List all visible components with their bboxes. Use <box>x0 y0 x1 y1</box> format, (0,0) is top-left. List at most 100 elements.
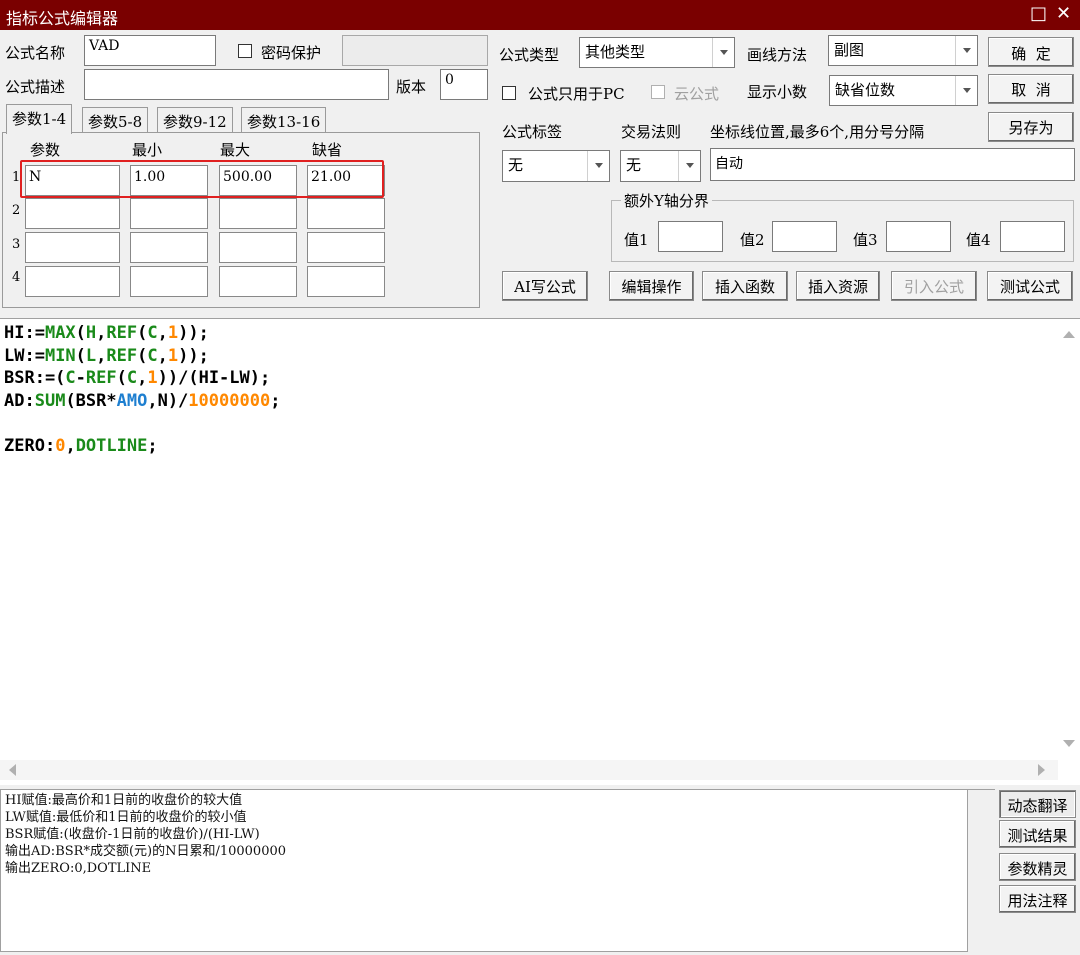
translation-text: HI赋值:最高价和1日前的收盘价的较大值 LW赋值:最低价和1日前的收盘价的较小值… <box>5 792 286 877</box>
code-line: BSR:=(C-REF(C,1))/(HI-LW); <box>4 367 280 390</box>
row-number: 2 <box>12 203 21 218</box>
y-value-4-input[interactable] <box>1000 221 1065 252</box>
chevron-down-icon[interactable] <box>712 38 734 67</box>
scroll-right-icon[interactable] <box>1038 764 1045 776</box>
code-token: REF <box>106 323 138 343</box>
insert-function-button[interactable]: 插入函数 <box>702 271 788 301</box>
scroll-down-icon[interactable] <box>1063 740 1075 747</box>
translation-line: HI赋值:最高价和1日前的收盘价的较大值 <box>5 793 243 808</box>
translation-scrollbar[interactable] <box>968 789 995 952</box>
tab-params-13-16[interactable]: 参数13-16 <box>241 107 327 133</box>
code-token: , <box>65 435 76 456</box>
usage-notes-button[interactable]: 用法注释 <box>999 885 1076 913</box>
chevron-down-icon[interactable] <box>955 76 977 105</box>
y-value-label: 值3 <box>853 231 878 249</box>
vertical-scrollbar[interactable] <box>1058 319 1079 760</box>
axis-position-input[interactable]: 自动 <box>710 148 1075 181</box>
translation-panel[interactable]: HI赋值:最高价和1日前的收盘价的较大值 LW赋值:最低价和1日前的收盘价的较小值… <box>0 789 968 952</box>
chevron-down-icon[interactable] <box>678 151 700 181</box>
trade-rule-select[interactable]: 无 <box>620 150 701 182</box>
param-max-cell[interactable] <box>219 198 297 229</box>
formula-tag-select[interactable]: 无 <box>502 150 610 182</box>
code-token: , <box>96 323 107 343</box>
code-token: ( <box>75 345 86 366</box>
code-text[interactable]: HI:=MAX(H,REF(C,1)); LW:=MIN(L,REF(C,1));… <box>4 322 280 457</box>
ok-button[interactable]: 确 定 <box>988 37 1074 67</box>
code-editor[interactable]: HI:=MAX(H,REF(C,1)); LW:=MIN(L,REF(C,1));… <box>0 318 1080 785</box>
code-token: MIN <box>44 345 76 366</box>
cloud-checkbox <box>651 85 665 99</box>
code-token: ( <box>137 345 148 366</box>
y-value-1-input[interactable] <box>658 221 723 252</box>
test-formula-button-label: 测试公式 <box>999 278 1060 296</box>
param-name-cell[interactable] <box>25 266 120 297</box>
tab-params-1-4[interactable]: 参数1-4 <box>6 104 73 134</box>
param-name-cell[interactable] <box>25 232 120 263</box>
dynamic-translate-button[interactable]: 动态翻译 <box>999 790 1076 818</box>
tab-params-9-12[interactable]: 参数9-12 <box>157 107 233 133</box>
pc-only-checkbox[interactable] <box>502 86 516 100</box>
code-token: - <box>75 368 86 388</box>
insert-resource-button-label: 插入资源 <box>807 278 868 296</box>
formula-name-input[interactable]: VAD <box>84 35 216 66</box>
edit-ops-button[interactable]: 编辑操作 <box>609 271 694 301</box>
param-default-cell[interactable] <box>307 198 385 229</box>
title-bar[interactable]: 指标公式编辑器 □ ✕ <box>0 0 1080 30</box>
code-token: LW:= <box>4 345 45 366</box>
chevron-down-icon[interactable] <box>587 151 609 181</box>
code-token: , <box>157 345 168 366</box>
param-wizard-button[interactable]: 参数精灵 <box>999 853 1076 881</box>
formula-desc-input[interactable] <box>84 69 389 100</box>
ai-write-button[interactable]: AI写公式 <box>502 271 588 301</box>
code-token: , <box>137 368 148 388</box>
test-results-button[interactable]: 测试结果 <box>999 820 1076 848</box>
insert-resource-button[interactable]: 插入资源 <box>796 271 880 301</box>
tab-params-5-8[interactable]: 参数5-8 <box>82 107 149 133</box>
y-value-label: 值2 <box>740 231 765 249</box>
col-header-min: 最小 <box>132 141 163 159</box>
code-token: C <box>126 368 138 388</box>
y-value-label: 值4 <box>966 231 991 249</box>
formula-type-select[interactable]: 其他类型 <box>579 37 735 68</box>
test-formula-button[interactable]: 测试公式 <box>987 271 1073 301</box>
param-min-cell[interactable] <box>130 198 208 229</box>
maximize-icon[interactable]: □ <box>1030 3 1047 24</box>
y-value-3-input[interactable] <box>886 221 951 252</box>
edit-ops-button-label: 编辑操作 <box>621 278 682 296</box>
code-token: C <box>147 323 158 343</box>
param-min-cell[interactable] <box>130 266 208 297</box>
param-max-cell[interactable] <box>219 266 297 297</box>
scroll-up-icon[interactable] <box>1063 331 1075 338</box>
param-min-cell[interactable] <box>130 232 208 263</box>
code-token: 1 <box>147 368 158 388</box>
draw-method-value: 副图 <box>834 41 865 59</box>
scroll-left-icon[interactable] <box>9 764 16 776</box>
code-token: , <box>96 345 107 366</box>
close-icon[interactable]: ✕ <box>1056 3 1071 24</box>
y-value-label: 值1 <box>624 231 649 249</box>
code-line: ZERO:0,DOTLINE; <box>4 435 280 458</box>
horizontal-scrollbar[interactable] <box>0 760 1058 780</box>
y-value-2-input[interactable] <box>772 221 837 252</box>
param-default-cell[interactable] <box>307 232 385 263</box>
code-token: ( <box>116 368 127 388</box>
chevron-down-icon[interactable] <box>955 36 977 65</box>
param-max-cell[interactable] <box>219 232 297 263</box>
save-as-button[interactable]: 另存为 <box>988 112 1074 142</box>
password-input <box>342 35 488 66</box>
decimals-value: 缺省位数 <box>835 81 896 99</box>
version-label: 版本 <box>396 78 427 96</box>
draw-method-select[interactable]: 副图 <box>828 35 978 66</box>
cancel-button[interactable]: 取 消 <box>988 74 1074 104</box>
code-token: )); <box>178 323 209 343</box>
decimals-select[interactable]: 缺省位数 <box>829 75 978 106</box>
param-name-cell[interactable] <box>25 198 120 229</box>
param-default-cell[interactable] <box>307 266 385 297</box>
password-checkbox[interactable] <box>238 44 252 58</box>
translation-line: BSR赋值:(收盘价-1日前的收盘价)/(HI-LW) <box>5 827 260 842</box>
row-number: 3 <box>12 237 21 252</box>
code-token: ; <box>147 435 158 456</box>
code-token: , <box>157 323 168 343</box>
formula-name-label: 公式名称 <box>5 44 66 62</box>
version-input[interactable]: 0 <box>440 69 488 100</box>
